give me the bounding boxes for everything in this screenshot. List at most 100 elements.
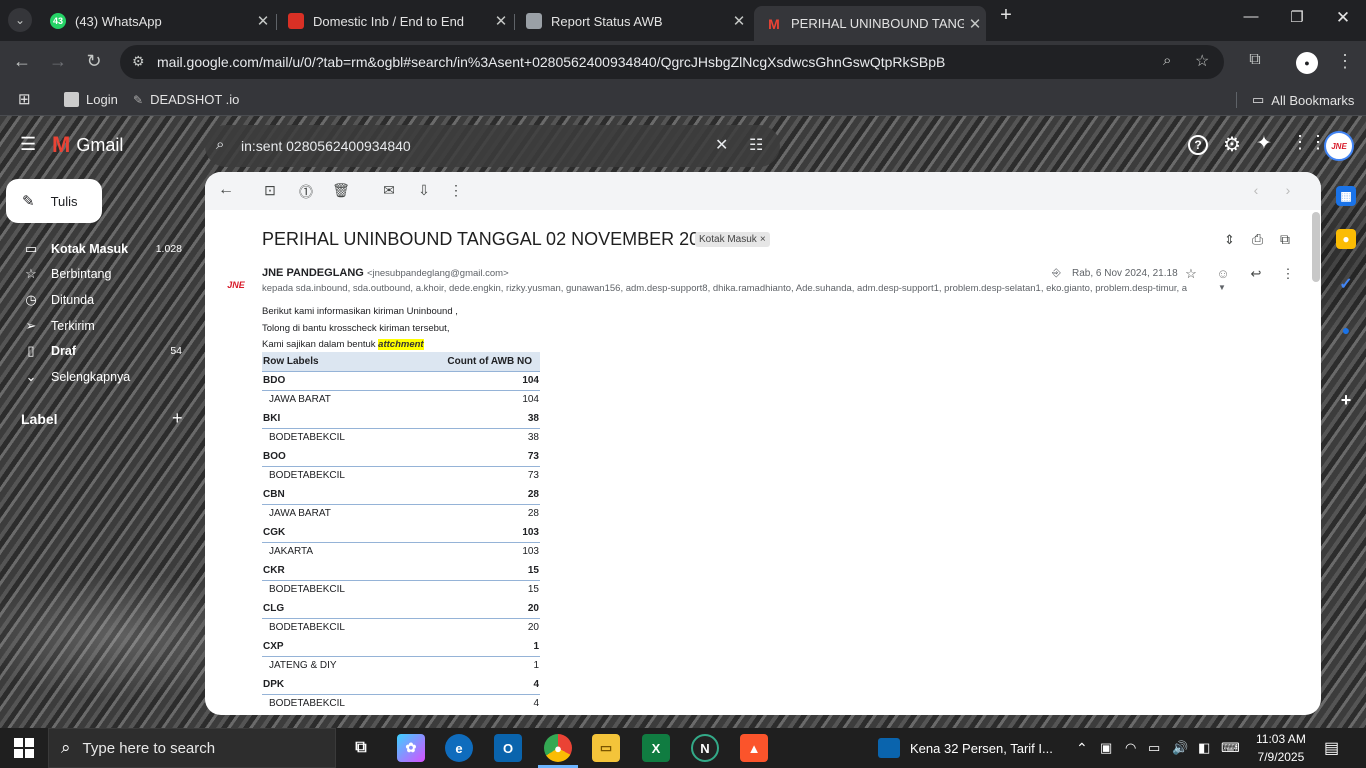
- add-label-icon[interactable]: +: [172, 408, 183, 429]
- star-message-icon[interactable]: ☆: [1182, 266, 1200, 282]
- meet-now-icon[interactable]: ▣: [1100, 728, 1112, 768]
- nav-sent[interactable]: ➢ Terkirim: [0, 313, 196, 339]
- settings-gear-icon[interactable]: ⚙: [1223, 132, 1241, 157]
- apps-grid-icon[interactable]: ⊞: [18, 90, 31, 108]
- maximize-icon[interactable]: ❐: [1282, 8, 1312, 26]
- search-bar[interactable]: ⌕ in:sent 0280562400934840 ✕ ☷: [205, 125, 780, 167]
- excel-icon[interactable]: X: [642, 734, 670, 762]
- back-icon[interactable]: ←: [10, 51, 34, 72]
- tab-search-button[interactable]: ⌄: [8, 8, 32, 32]
- main-menu-icon[interactable]: ☰: [20, 134, 36, 155]
- bookmark-deadshot[interactable]: ✎ DEADSHOT .io: [133, 92, 239, 107]
- chrome-menu-icon[interactable]: ⋮: [1333, 51, 1357, 72]
- account-avatar[interactable]: JNE: [1324, 131, 1354, 161]
- calendar-icon[interactable]: ▦: [1336, 186, 1356, 206]
- bookmark-login[interactable]: Login: [64, 92, 118, 107]
- volume-icon[interactable]: 🔊: [1172, 728, 1188, 768]
- row-count: 38: [393, 409, 540, 429]
- more-actions-icon[interactable]: ⋮: [446, 182, 466, 199]
- omnibox[interactable]: ⚙ mail.google.com/mail/u/0/?tab=rm&ogbl#…: [120, 45, 1224, 79]
- sender-avatar[interactable]: JNE: [223, 272, 249, 298]
- close-tab-icon[interactable]: ✕: [728, 12, 750, 30]
- tasks-icon[interactable]: ✓: [1336, 274, 1356, 294]
- copilot-icon[interactable]: ✿: [397, 734, 425, 762]
- site-info-icon[interactable]: ⚙: [132, 53, 145, 70]
- reload-icon[interactable]: ↻: [82, 51, 106, 72]
- nav-drafts[interactable]: ▯ Draf 54: [0, 338, 196, 364]
- bookmark-star-icon[interactable]: ☆: [1195, 51, 1209, 71]
- tab-perihal-uninbound[interactable]: M PERIHAL UNINBOUND TANGGAL 02 NO ✕: [754, 6, 986, 41]
- network-icon[interactable]: ◧: [1198, 728, 1210, 768]
- open-new-window-icon[interactable]: ⧉: [1280, 231, 1290, 248]
- windows-start-icon[interactable]: [14, 738, 34, 758]
- tab-domestic-inb[interactable]: Domestic Inb / End to End ✕: [276, 6, 512, 36]
- news-widget[interactable]: Kena 32 Persen, Tarif I...: [878, 728, 1053, 768]
- mark-unread-icon[interactable]: ✉: [379, 182, 399, 199]
- outlook-icon[interactable]: O: [494, 734, 522, 762]
- google-apps-icon[interactable]: ⋮⋮: [1291, 132, 1327, 153]
- message-more-icon[interactable]: ⋮: [1279, 266, 1297, 282]
- expand-all-icon[interactable]: ⇕: [1224, 232, 1235, 248]
- search-icon[interactable]: ⌕: [216, 136, 224, 153]
- recipients-dropdown-icon[interactable]: ▼: [1218, 283, 1226, 292]
- nav-inbox[interactable]: ▭ Kotak Masuk 1.028: [0, 236, 196, 262]
- search-input[interactable]: in:sent 0280562400934840: [241, 138, 411, 154]
- add-addon-icon[interactable]: +: [1336, 390, 1356, 410]
- nav-snoozed[interactable]: ◷ Ditunda: [0, 287, 196, 313]
- close-tab-icon[interactable]: ✕: [964, 15, 986, 33]
- print-icon[interactable]: ⎙: [1252, 231, 1263, 248]
- wifi-icon[interactable]: ◠: [1125, 728, 1136, 768]
- profile-avatar[interactable]: ●: [1296, 52, 1318, 74]
- recipients-line[interactable]: kepada sda.inbound, sda.outbound, a.khoi…: [262, 283, 1222, 294]
- clear-search-icon[interactable]: ✕: [715, 135, 728, 155]
- label-chip[interactable]: Kotak Masuk ×: [695, 232, 770, 247]
- taskbar-search[interactable]: ⌕ Type here to search: [48, 728, 336, 768]
- edge-icon[interactable]: e: [445, 734, 473, 762]
- back-to-list-icon[interactable]: ←: [216, 181, 236, 199]
- tab-whatsapp[interactable]: 43 (43) WhatsApp ✕: [38, 6, 274, 36]
- archive-icon[interactable]: ⊡: [260, 182, 280, 199]
- close-tab-icon[interactable]: ✕: [252, 12, 274, 30]
- show-hidden-icons[interactable]: ⌃: [1076, 728, 1088, 768]
- nav-more[interactable]: ⌄ Selengkapnya: [0, 364, 196, 390]
- reply-icon[interactable]: ↩: [1247, 266, 1265, 282]
- minimize-icon[interactable]: —: [1236, 8, 1266, 25]
- extensions-icon[interactable]: ⧉: [1243, 51, 1267, 69]
- newer-icon[interactable]: ‹: [1246, 182, 1266, 198]
- report-spam-icon[interactable]: ⓵: [296, 182, 316, 202]
- all-bookmarks[interactable]: ▭ All Bookmarks: [1252, 92, 1354, 108]
- keep-icon[interactable]: ●: [1336, 229, 1356, 249]
- search-options-icon[interactable]: ☷: [749, 135, 763, 155]
- help-icon[interactable]: ?: [1188, 135, 1208, 155]
- zoom-icon[interactable]: ⌕: [1163, 52, 1171, 69]
- gmail-logo[interactable]: M Gmail: [52, 132, 123, 158]
- brave-icon[interactable]: ▲: [740, 734, 768, 762]
- scrollbar-thumb[interactable]: [1312, 212, 1320, 282]
- keyboard-icon[interactable]: ⌨: [1221, 728, 1240, 768]
- battery-icon[interactable]: ▭: [1148, 728, 1160, 768]
- close-tab-icon[interactable]: ✕: [490, 12, 512, 30]
- remove-label-icon[interactable]: ×: [760, 234, 766, 245]
- tab-report-status-awb[interactable]: Report Status AWB ✕: [514, 6, 750, 36]
- move-to-icon[interactable]: ⇩: [414, 182, 434, 199]
- notifications-icon[interactable]: ▤: [1324, 728, 1339, 768]
- nav-starred[interactable]: ☆ Berbintang: [0, 261, 196, 287]
- row-label: BDO: [262, 371, 394, 391]
- compose-button[interactable]: ✎ Tulis: [6, 179, 102, 223]
- app-n-icon[interactable]: N: [691, 734, 719, 762]
- forward-icon[interactable]: →: [46, 51, 70, 72]
- contacts-icon[interactable]: ●: [1336, 320, 1356, 340]
- task-view-icon[interactable]: ⧉: [347, 734, 375, 762]
- chrome-icon[interactable]: ●: [544, 734, 572, 762]
- url-text[interactable]: mail.google.com/mail/u/0/?tab=rm&ogbl#se…: [157, 54, 945, 70]
- file-explorer-icon[interactable]: ▭: [592, 734, 620, 762]
- clock[interactable]: 11:03 AM 7/9/2025: [1256, 730, 1306, 766]
- gemini-icon[interactable]: ✦: [1256, 132, 1272, 155]
- older-icon[interactable]: ›: [1278, 182, 1298, 198]
- emoji-react-icon[interactable]: ☺: [1214, 266, 1232, 281]
- new-tab-button[interactable]: +: [991, 4, 1021, 27]
- bookmark-label: Login: [86, 92, 118, 107]
- sender-name[interactable]: JNE PANDEGLANG: [262, 267, 364, 279]
- delete-icon[interactable]: 🗑: [331, 182, 351, 199]
- close-window-icon[interactable]: ✕: [1328, 8, 1358, 28]
